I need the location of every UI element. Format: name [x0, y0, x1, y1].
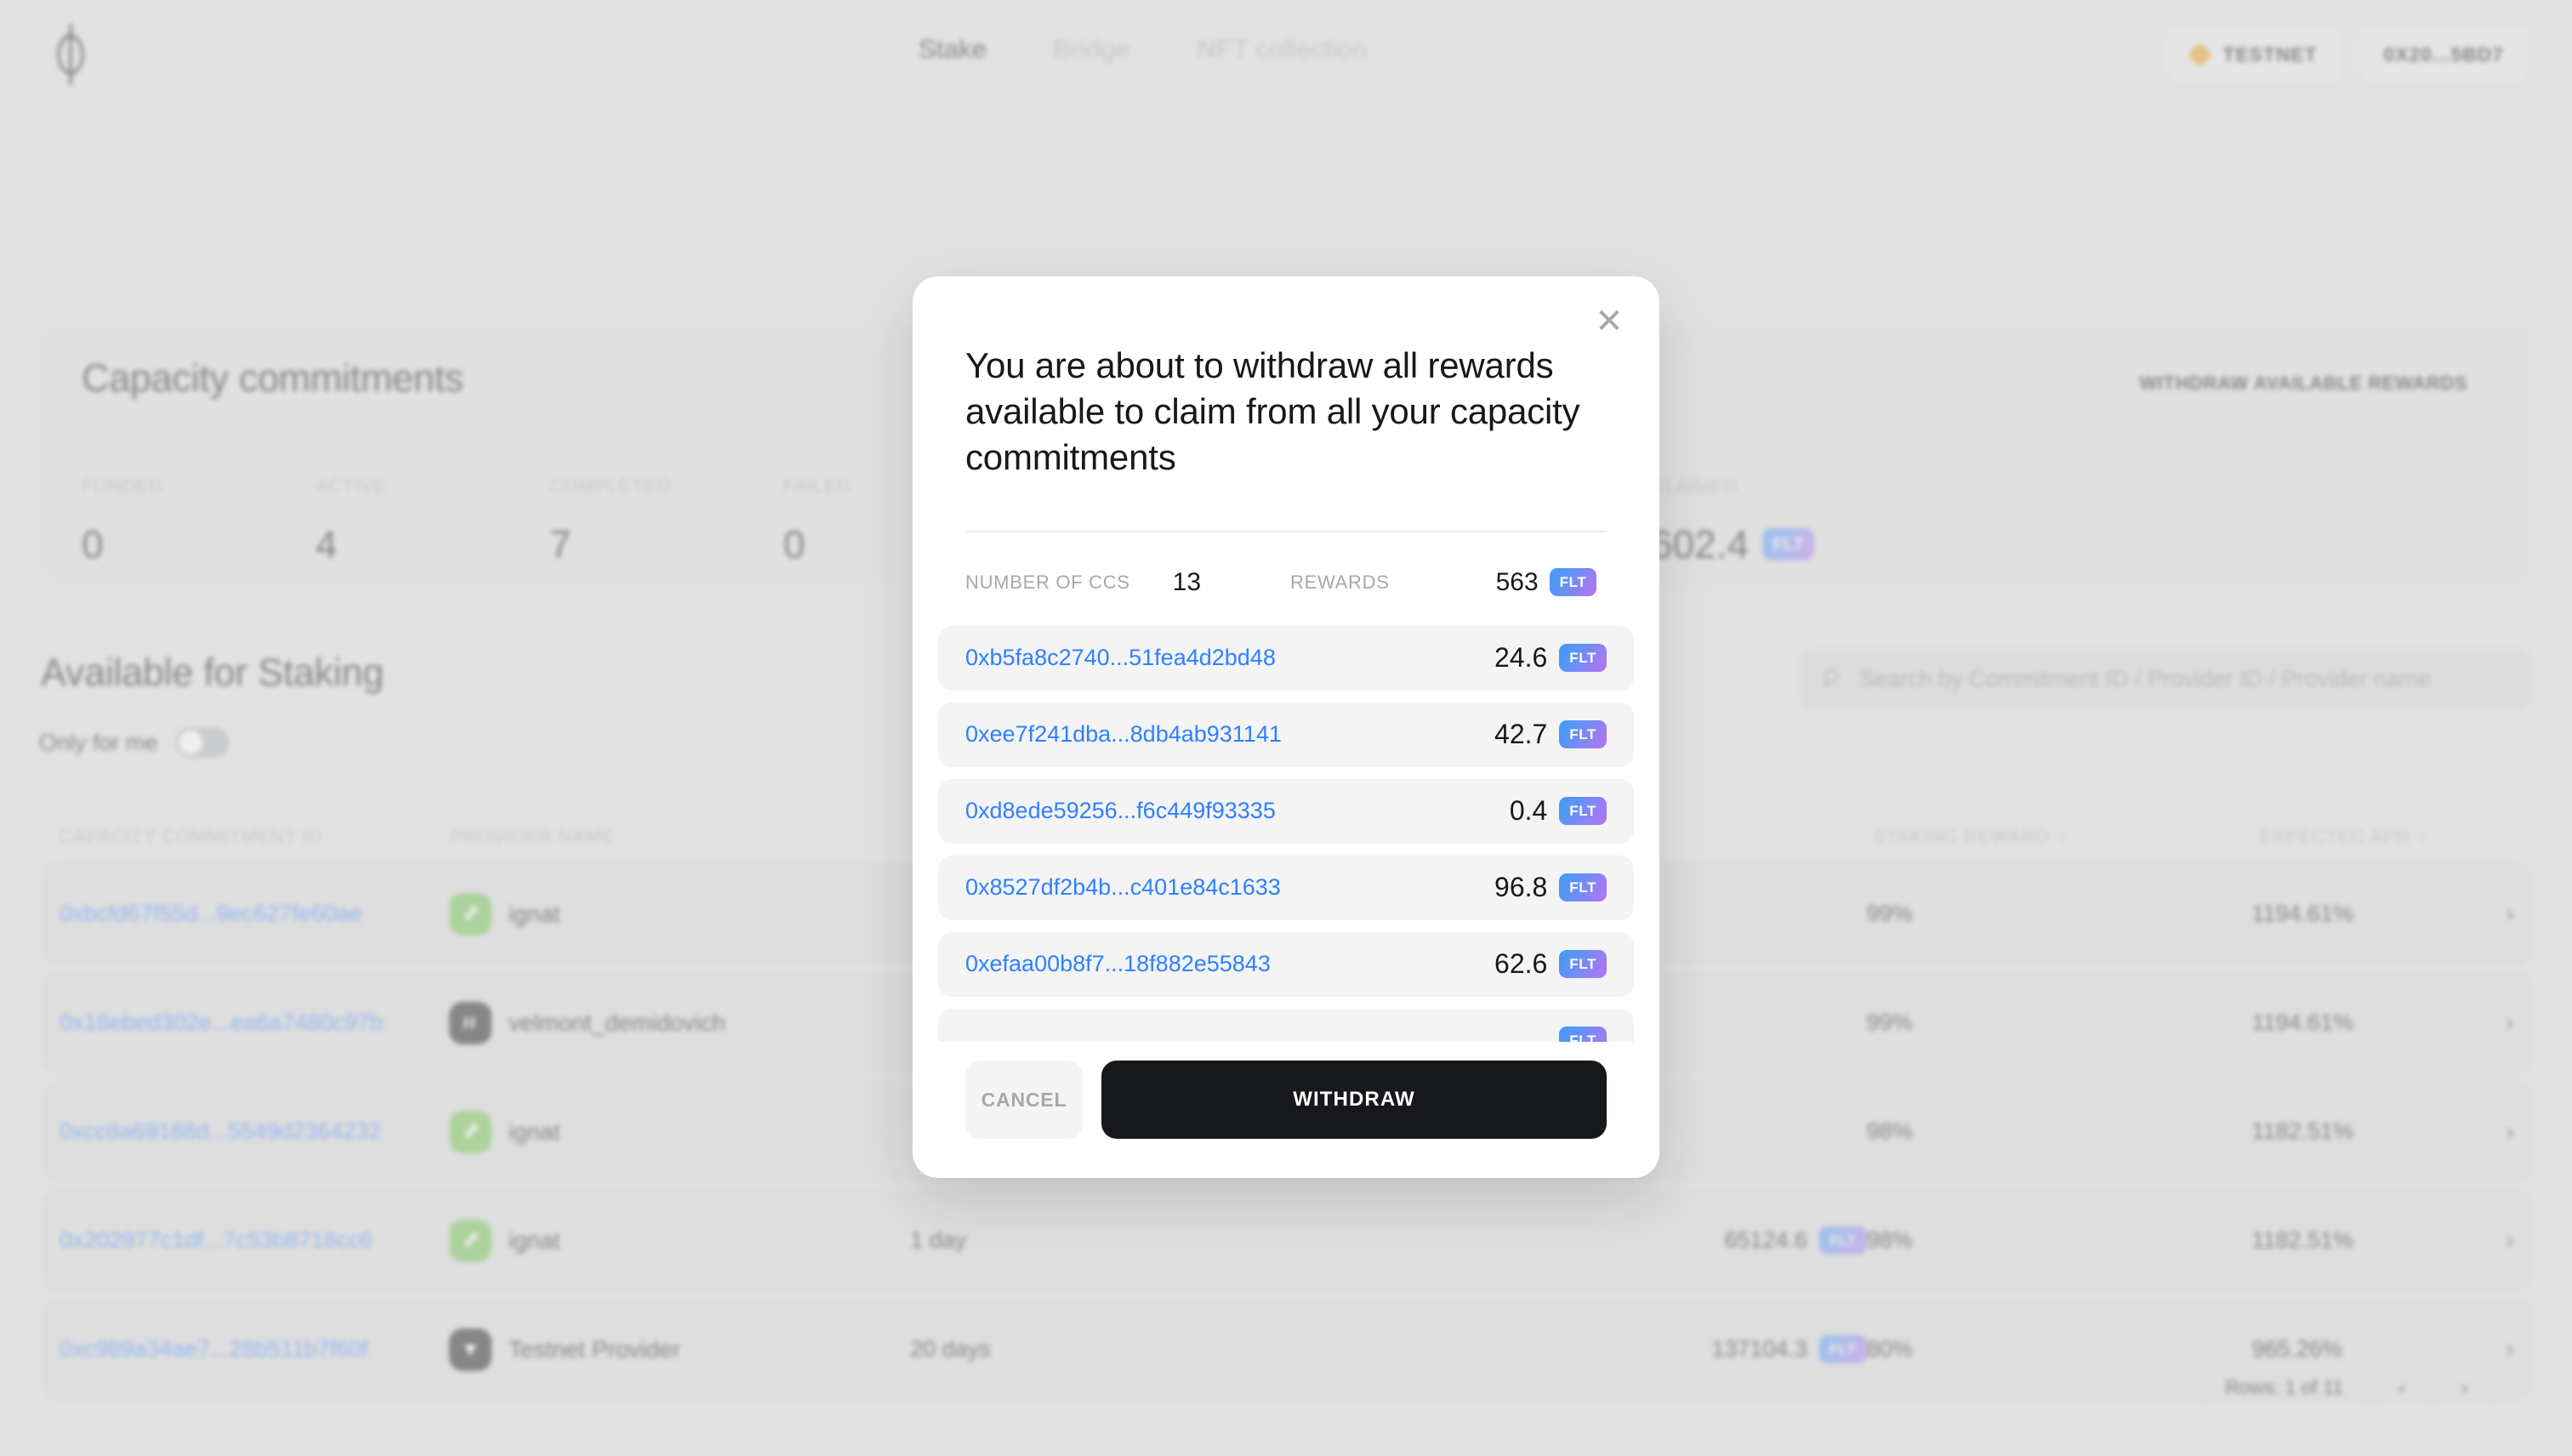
withdraw-rewards-modal: ✕ You are about to withdraw all rewards …	[913, 276, 1659, 1178]
flt-token-badge: FLT	[1559, 720, 1607, 749]
list-item-amount: 62.6 FLT	[1494, 948, 1607, 980]
rewards-value: 563 FLT	[1496, 568, 1597, 597]
list-item-amount-value: 96.8	[1494, 872, 1548, 903]
rewards-label: REWARDS	[1290, 571, 1390, 593]
flt-token-badge: FLT	[1559, 797, 1607, 826]
modal-footer: CANCEL WITHDRAW	[913, 1042, 1659, 1178]
list-item-amount-value: 0.4	[1509, 795, 1548, 827]
list-item-commitment-id[interactable]: 0xd8ede59256...f6c449f93335	[965, 798, 1276, 824]
list-item[interactable]: 0xee7f241dba...8db4ab931141 42.7 FLT	[938, 702, 1634, 767]
list-item[interactable]: FLT	[938, 1008, 1634, 1042]
flt-token-badge: FLT	[1559, 1027, 1607, 1042]
list-item-amount: 24.6 FLT	[1494, 642, 1607, 674]
number-of-ccs-label: NUMBER OF CCS	[965, 571, 1130, 593]
list-item-amount-value: 24.6	[1494, 642, 1548, 674]
list-item-amount: 42.7 FLT	[1494, 719, 1607, 750]
list-item-commitment-id[interactable]: 0xefaa00b8f7...18f882e55843	[965, 951, 1271, 977]
list-item-commitment-id[interactable]: 0xb5fa8c2740...51fea4d2bd48	[965, 645, 1276, 671]
flt-token-badge: FLT	[1559, 950, 1607, 979]
list-item-amount-value: 42.7	[1494, 719, 1548, 750]
modal-title: You are about to withdraw all rewards av…	[965, 345, 1580, 477]
modal-header: You are about to withdraw all rewards av…	[913, 276, 1659, 532]
rewards-number: 563	[1495, 567, 1539, 596]
cancel-button[interactable]: CANCEL	[965, 1061, 1083, 1139]
list-item-commitment-id[interactable]: 0xee7f241dba...8db4ab931141	[965, 721, 1282, 748]
modal-commitment-list[interactable]: 0xb5fa8c2740...51fea4d2bd48 24.6 FLT 0xe…	[938, 625, 1634, 1042]
app-root: Stake Bridge NFT collection TESTNET 0X20…	[0, 0, 2572, 1456]
close-icon[interactable]: ✕	[1590, 302, 1629, 341]
list-item-amount-value: 62.6	[1494, 948, 1548, 980]
list-item[interactable]: 0xb5fa8c2740...51fea4d2bd48 24.6 FLT	[938, 625, 1634, 691]
list-item-amount: FLT	[1547, 1027, 1607, 1042]
list-item-amount: 96.8 FLT	[1494, 872, 1607, 903]
flt-token-badge: FLT	[1549, 568, 1597, 597]
modal-summary: NUMBER OF CCS 13 REWARDS 563 FLT	[913, 532, 1659, 597]
list-item[interactable]: 0x8527df2b4b...c401e84c1633 96.8 FLT	[938, 855, 1634, 920]
list-item-amount: 0.4 FLT	[1510, 795, 1607, 827]
list-item[interactable]: 0xefaa00b8f7...18f882e55843 62.6 FLT	[938, 931, 1634, 997]
list-item-commitment-id[interactable]: 0x8527df2b4b...c401e84c1633	[965, 874, 1281, 901]
flt-token-badge: FLT	[1559, 873, 1607, 902]
flt-token-badge: FLT	[1559, 644, 1607, 673]
list-item[interactable]: 0xd8ede59256...f6c449f93335 0.4 FLT	[938, 778, 1634, 844]
number-of-ccs-value: 13	[1172, 567, 1202, 596]
withdraw-button[interactable]: WITHDRAW	[1101, 1061, 1607, 1139]
